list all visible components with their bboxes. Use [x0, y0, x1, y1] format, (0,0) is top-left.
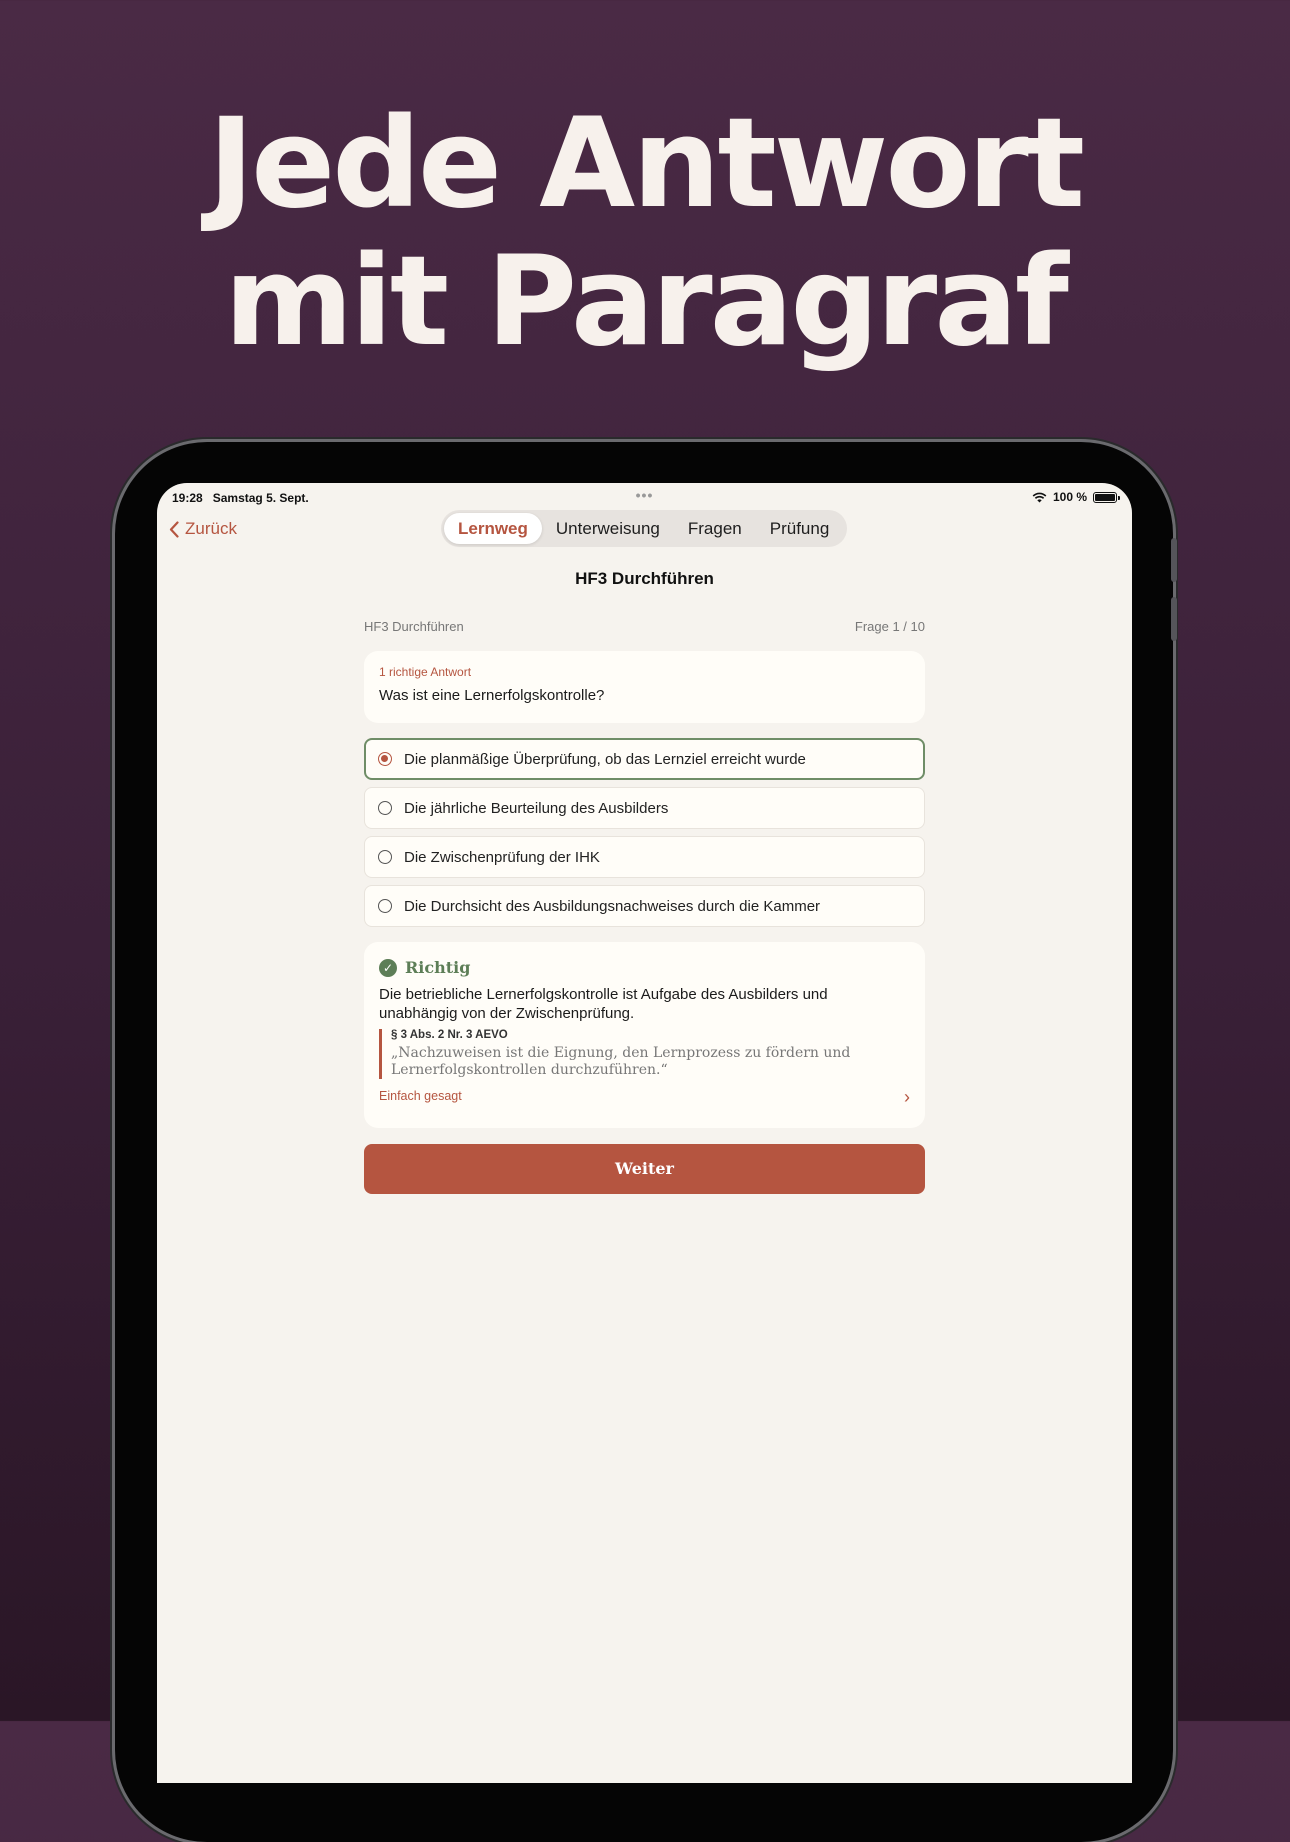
status-time: 19:28 [172, 491, 203, 505]
feedback-status: Richtig [405, 958, 471, 977]
battery-icon [1093, 491, 1120, 503]
status-date: Samstag 5. Sept. [212, 491, 309, 505]
tab-pruefung[interactable]: Prüfung [756, 513, 844, 544]
radio-icon [378, 850, 392, 864]
multitasking-dots[interactable]: ••• [636, 487, 654, 503]
answer-hint: 1 richtige Antwort [379, 665, 472, 679]
tab-fragen[interactable]: Fragen [674, 513, 756, 544]
wifi-icon [1032, 492, 1047, 502]
answer-option-label: Die jährliche Beurteilung des Ausbilders [404, 799, 669, 817]
law-quote: § 3 Abs. 2 Nr. 3 AEVO „Nachzuweisen ist … [379, 1029, 910, 1079]
next-button[interactable]: Weiter [364, 1144, 925, 1194]
feedback-explanation: Die betriebliche Lernerfolgskontrolle is… [379, 986, 828, 1022]
question-card: 1 richtige Antwort Was ist eine Lernerfo… [364, 651, 925, 723]
answer-option-label: Die planmäßige Überprüfung, ob das Lernz… [404, 750, 806, 768]
feedback-card: ✓ Richtig Die betriebliche Lernerfolgsko… [364, 942, 925, 1128]
law-citation: „Nachzuweisen ist die Eignung, den Lernp… [391, 1045, 851, 1078]
answer-option[interactable]: Die jährliche Beurteilung des Ausbilders [364, 787, 925, 829]
chevron-right-icon: › [904, 1087, 910, 1107]
radio-icon [378, 899, 392, 913]
question-progress: Frage 1 / 10 [854, 619, 925, 634]
answer-option-label: Die Durchsicht des Ausbildungsnachweises… [404, 897, 821, 915]
segmented-control: Lernweg Unterweisung Fragen Prüfung [441, 510, 847, 547]
answer-option-label: Die Zwischenprüfung der IHK [404, 848, 600, 866]
tab-unterweisung[interactable]: Unterweisung [542, 513, 674, 544]
radio-selected-icon [378, 752, 392, 766]
tab-lernweg[interactable]: Lernweg [444, 513, 542, 544]
law-reference: § 3 Abs. 2 Nr. 3 AEVO [391, 1029, 508, 1041]
chevron-left-icon [169, 520, 179, 538]
status-right: 100 % [1032, 490, 1120, 504]
app-screen: 19:28 Samstag 5. Sept. ••• 100 % Zurück … [157, 483, 1132, 1783]
question-text: Was ist eine Lernerfolgskontrolle? [379, 687, 605, 704]
battery-percentage: 100 % [1052, 490, 1087, 504]
volume-up-button [1171, 538, 1177, 582]
simple-explanation-label: Einfach gesagt [379, 1089, 462, 1103]
back-label: Zurück [185, 519, 237, 538]
simple-explanation-link[interactable]: Einfach gesagt › [379, 1087, 910, 1107]
headline-line-2: mit Paragraf [224, 230, 1069, 374]
headline: Jede Antwort mit Paragraf [0, 95, 1290, 371]
answer-option[interactable]: Die Zwischenprüfung der IHK [364, 836, 925, 878]
status-left: 19:28 Samstag 5. Sept. [172, 491, 309, 505]
answer-option[interactable]: Die planmäßige Überprüfung, ob das Lernz… [364, 738, 925, 780]
checkmark-badge-icon: ✓ [379, 958, 397, 977]
radio-icon [378, 801, 392, 815]
volume-down-button [1171, 597, 1177, 641]
headline-line-1: Jede Antwort [208, 92, 1085, 236]
status-bar: 19:28 Samstag 5. Sept. ••• 100 % [172, 487, 1120, 509]
answer-option[interactable]: Die Durchsicht des Ausbildungsnachweises… [364, 885, 925, 927]
quiz-meta: HF3 Durchführen Frage 1 / 10 [364, 619, 925, 634]
page-title: HF3 Durchführen [575, 569, 714, 588]
back-button[interactable]: Zurück [169, 519, 237, 539]
feedback-header: ✓ Richtig [379, 958, 910, 977]
section-label: HF3 Durchführen [364, 619, 464, 634]
